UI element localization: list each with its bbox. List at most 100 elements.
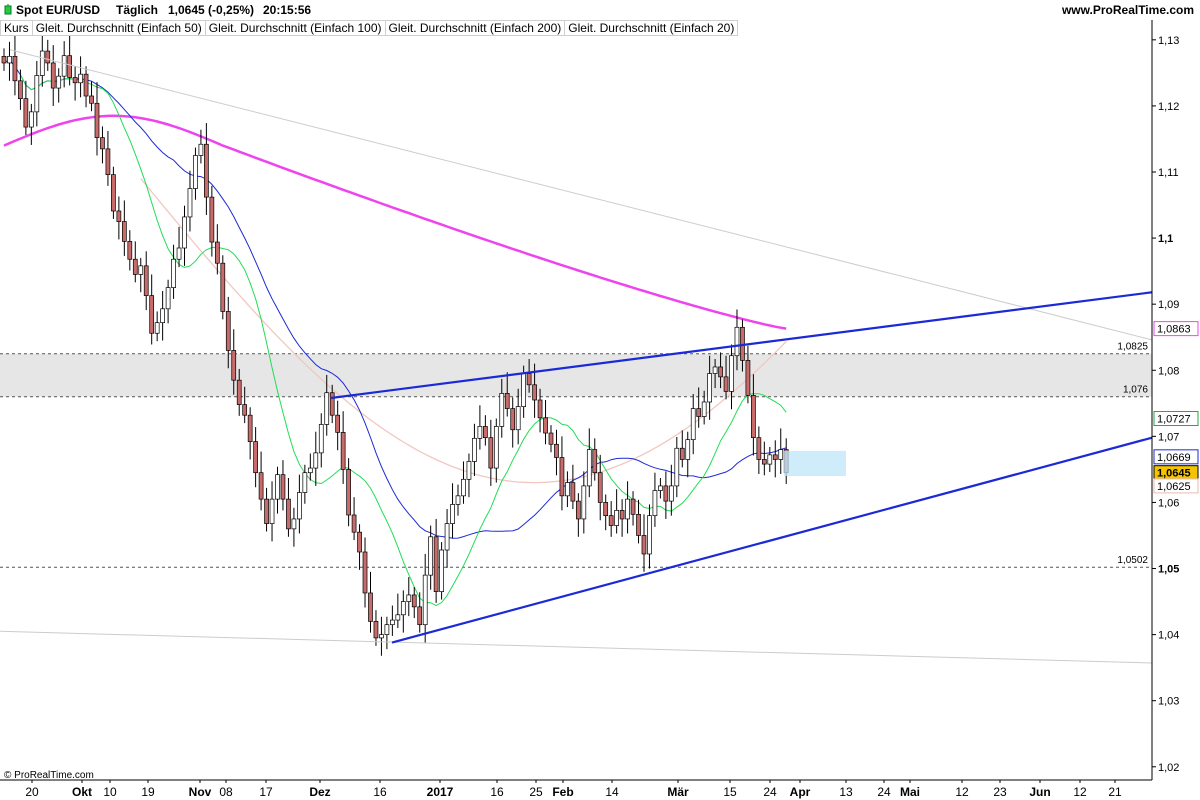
candle-body <box>756 437 762 460</box>
candle-body <box>778 449 784 460</box>
price-tick-label: 1,09 <box>1158 299 1179 311</box>
candle-body <box>526 373 532 386</box>
candle-body <box>269 498 275 524</box>
date-tick-label: Jun <box>1029 785 1050 799</box>
candle-body <box>89 95 94 104</box>
candle-body <box>406 594 412 602</box>
candle-body <box>586 449 592 487</box>
candle-body <box>193 155 198 189</box>
candle-body <box>597 472 603 503</box>
date-tick-label: 17 <box>259 785 273 799</box>
candle-body <box>466 461 472 480</box>
candle-body <box>357 531 362 553</box>
candle-body <box>641 535 647 555</box>
candle-body <box>734 326 740 357</box>
candle-body <box>231 350 237 381</box>
candle-body <box>772 454 778 460</box>
date-tick-label: 24 <box>877 785 891 799</box>
price-tick-label: 1,07 <box>1158 431 1179 443</box>
legend-item-price[interactable]: Kurs <box>0 20 33 36</box>
candle-body <box>543 417 548 434</box>
date-tick-label: Feb <box>552 785 573 799</box>
candle-body <box>461 478 466 497</box>
candle-body <box>483 426 488 439</box>
candle-body <box>696 408 702 417</box>
candle-body <box>72 77 78 84</box>
candle-body <box>346 469 351 516</box>
candle-body <box>723 376 729 392</box>
candle-body <box>143 265 149 296</box>
candle-body <box>422 574 428 626</box>
legend-item-ma100[interactable]: Gleit. Durchschnitt (Einfach 100) <box>204 20 386 36</box>
instrument-title[interactable]: Spot EUR/USD <box>16 3 100 17</box>
date-tick-label: 23 <box>993 785 1007 799</box>
legend-item-ma20[interactable]: Gleit. Durchschnitt (Einfach 20) <box>564 20 739 36</box>
candle-body <box>12 55 18 82</box>
date-tick-label: 19 <box>141 785 155 799</box>
candle-body <box>499 393 505 427</box>
legend-item-ma200[interactable]: Gleit. Durchschnitt (Einfach 200) <box>384 20 566 36</box>
candle-body <box>559 457 565 497</box>
candle-body <box>417 606 423 626</box>
candle-body <box>313 452 319 469</box>
chart-canvas[interactable]: 1,08251,0761,0502 1,131,121,111,11,091,0… <box>0 0 1200 800</box>
candle-body <box>247 414 253 442</box>
candle-body <box>302 472 308 493</box>
date-tick-label: Nov <box>189 785 212 799</box>
candle-body <box>50 62 56 89</box>
candle-body <box>400 601 406 616</box>
candle-body <box>729 355 734 392</box>
indicator-legend: Kurs Gleit. Durchschnitt (Einfach 50) Glei… <box>0 20 739 36</box>
candle-body <box>280 474 286 500</box>
date-tick-label: 20 <box>25 785 39 799</box>
candle-body <box>165 287 171 310</box>
date-tick-label: Apr <box>790 785 811 799</box>
timeframe-label[interactable]: Täglich <box>116 3 158 17</box>
price-axis[interactable]: 1,13 1,12 1,11 1,1 1,09 1,08 1,07 1,06 1,05 1,04 1… <box>1151 20 1179 780</box>
candle-body <box>548 432 554 445</box>
brand-label: www.ProRealTime.com <box>1061 3 1194 17</box>
candle-body <box>176 247 182 260</box>
candle-body <box>614 510 619 526</box>
candle-body <box>718 366 723 378</box>
candle-body <box>455 495 461 505</box>
date-tick-label: 2017 <box>427 785 454 799</box>
candle-body <box>554 443 559 458</box>
copyright-label: © ProRealTime.com <box>4 770 94 781</box>
candle-body <box>127 241 133 260</box>
candle-body <box>439 549 444 593</box>
candle-body <box>368 592 373 622</box>
candle-body <box>198 143 204 156</box>
legend-item-ma50[interactable]: Gleit. Durchschnitt (Einfach 50) <box>31 20 206 36</box>
candle-body <box>67 55 72 78</box>
candle-body <box>373 621 379 639</box>
candle-body <box>23 98 29 128</box>
candle-body <box>575 500 581 520</box>
candle-body <box>236 379 242 405</box>
price-change-label: 1,0645 (-0,25%) <box>168 3 255 17</box>
price-tick-label: 1,13 <box>1158 35 1179 47</box>
date-axis[interactable]: 20 Okt 10 19 Nov 08 17 Dez 16 2017 16 25 Feb 14 Mär 15 2… <box>0 779 1152 799</box>
candle-body <box>663 485 669 502</box>
candle-body <box>390 619 395 626</box>
price-tick-label: 1,1 <box>1158 233 1173 245</box>
candle-body <box>472 437 477 462</box>
chart-header: Spot EUR/USD Täglich 1,0645 (-0,25%) 20:… <box>0 0 1200 20</box>
price-tag-label: 1,0863 <box>1157 324 1191 336</box>
candle-body <box>83 73 89 97</box>
candle-body <box>493 426 499 469</box>
candle-body <box>411 594 417 608</box>
lower-trendline <box>391 436 1153 644</box>
candle-body <box>625 498 630 520</box>
candle-body <box>225 311 231 351</box>
candle-body <box>1 55 7 64</box>
price-tick-label: 1,12 <box>1158 101 1179 113</box>
candle-body <box>29 111 34 128</box>
price-tick-label: 1,11 <box>1158 167 1179 179</box>
candle-body <box>636 513 641 536</box>
candle-body <box>214 241 220 264</box>
candle-body <box>690 408 696 441</box>
level-label: 1,0502 <box>1117 555 1148 566</box>
price-tags: 1,0863 1,0727 1,0669 1,06451,0625 <box>1153 321 1199 494</box>
date-tick-label: Okt <box>72 785 92 799</box>
